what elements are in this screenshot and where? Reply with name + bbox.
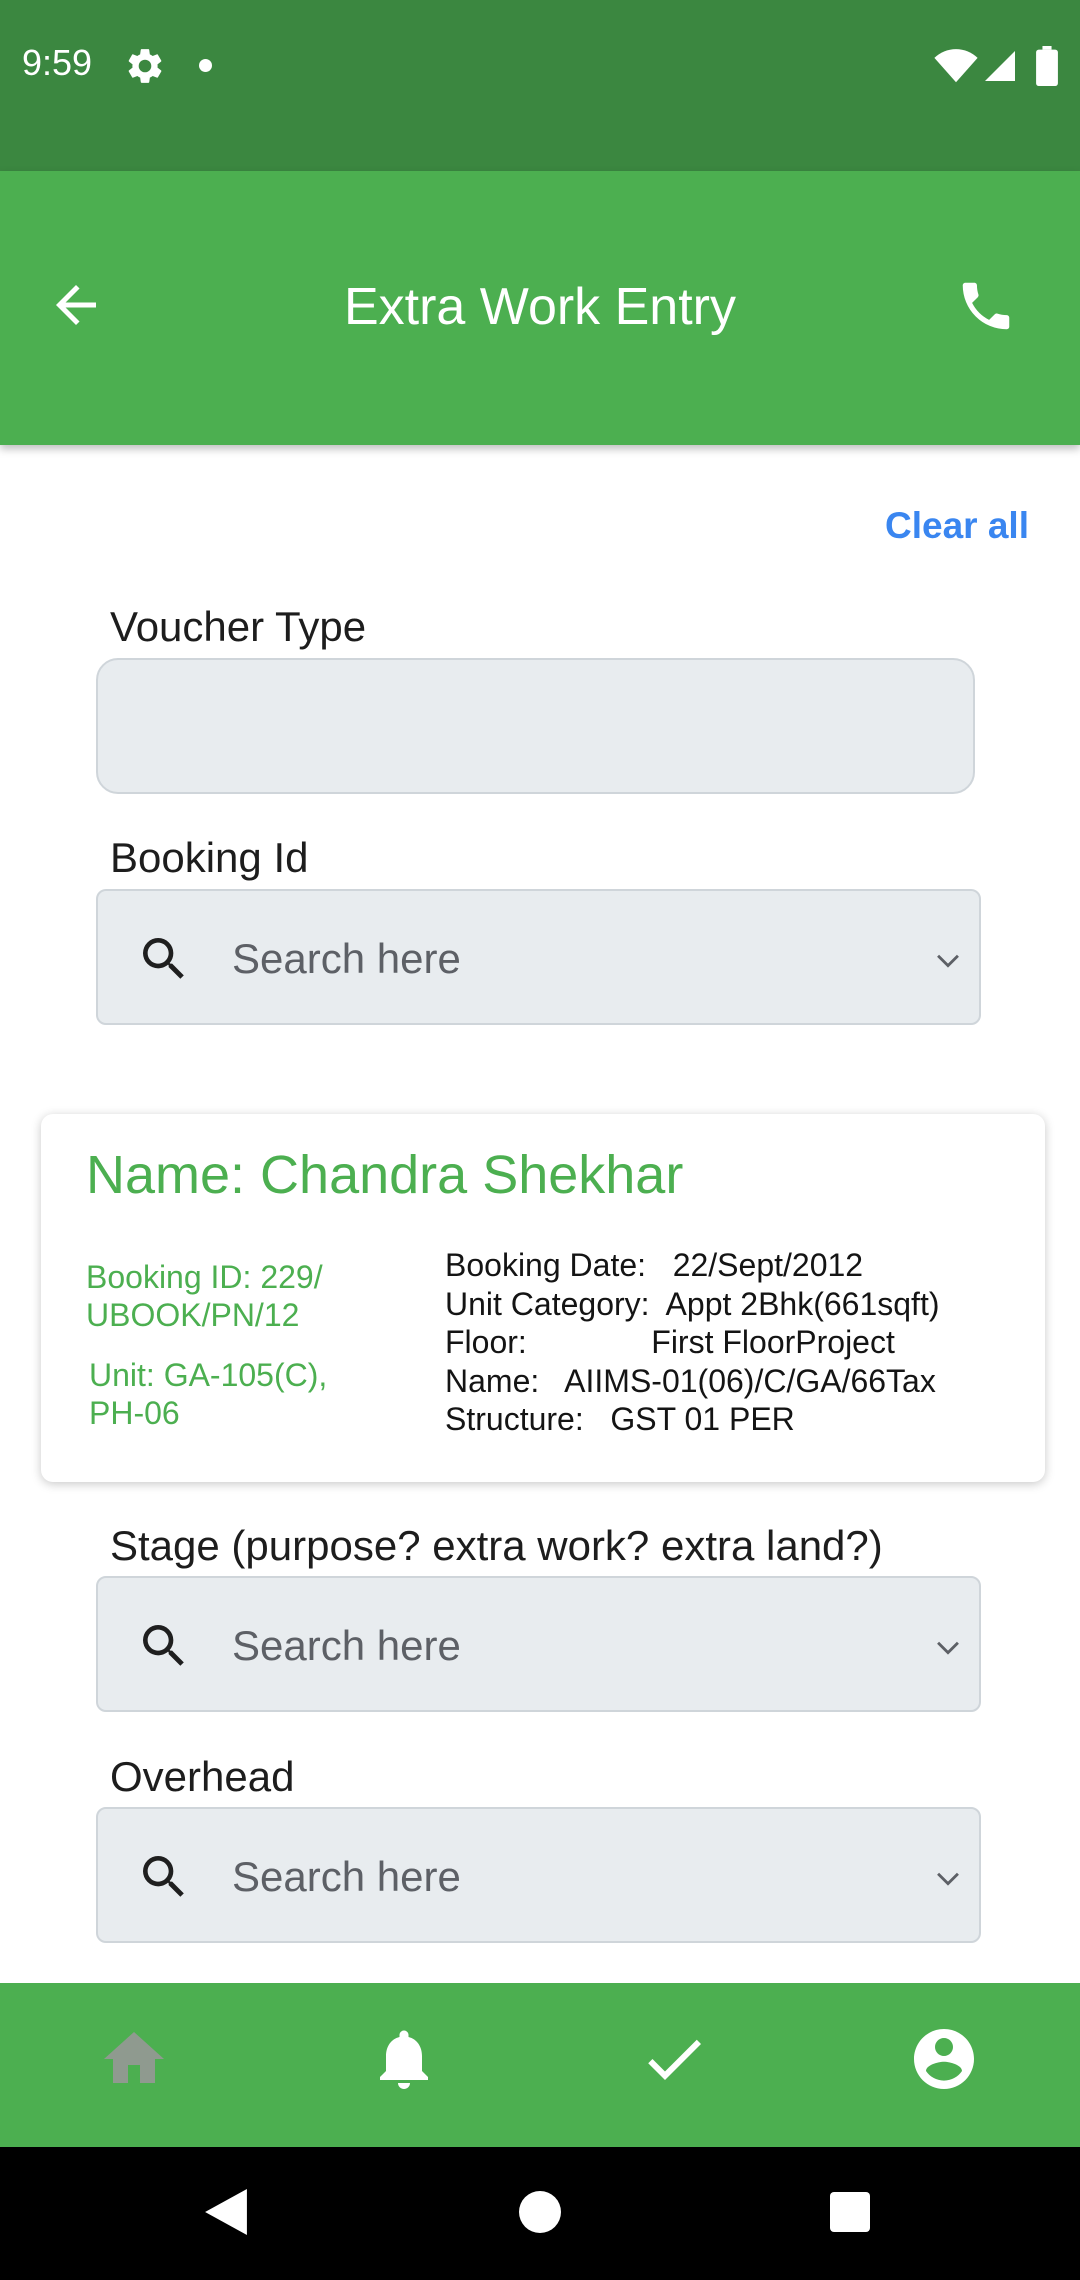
app-bar: Extra Work Entry	[0, 171, 1080, 445]
booking-id-line2: UBOOK/PN/12	[86, 1297, 300, 1333]
booking-details-list: Booking Date: 22/Sept/2012 Unit Category…	[445, 1246, 939, 1439]
system-navigation-bar	[0, 2147, 1080, 2280]
unit-line2: PH-06	[89, 1395, 180, 1431]
battery-icon	[1036, 46, 1058, 86]
notification-dot-icon	[199, 59, 212, 72]
structure-row: Structure: GST 01 PER	[445, 1401, 795, 1437]
unit-info: Unit: GA-105(C), PH-06	[89, 1356, 327, 1432]
stage-placeholder: Search here	[232, 1622, 461, 1669]
overhead-placeholder: Search here	[232, 1853, 461, 1900]
system-home-icon[interactable]	[519, 2191, 561, 2233]
chevron-down-icon	[937, 1872, 959, 1886]
booking-details-card: Name: Chandra Shekhar Booking ID: 229/ U…	[41, 1114, 1045, 1482]
booking-id-info: Booking ID: 229/ UBOOK/PN/12	[86, 1258, 323, 1334]
bell-icon[interactable]	[368, 2023, 440, 2095]
clear-all-button[interactable]: Clear all	[885, 505, 1029, 547]
phone-icon[interactable]	[955, 275, 1017, 337]
booking-id-label: Booking Id	[110, 834, 309, 881]
status-bar: 9:59	[0, 0, 1080, 171]
status-time: 9:59	[22, 42, 93, 83]
signal-icon	[985, 51, 1015, 81]
booking-id-placeholder: Search here	[232, 935, 461, 982]
overhead-dropdown[interactable]: Search here	[96, 1807, 981, 1943]
customer-name: Name: Chandra Shekhar	[86, 1145, 684, 1205]
voucher-type-label: Voucher Type	[110, 603, 367, 650]
bottom-navigation	[0, 1983, 1080, 2147]
settings-icon	[128, 49, 162, 83]
search-icon	[143, 1625, 184, 1666]
wifi-icon	[934, 49, 978, 83]
booking-id-dropdown[interactable]: Search here	[96, 889, 981, 1025]
overhead-label: Overhead	[110, 1753, 295, 1800]
booking-date-row: Booking Date: 22/Sept/2012	[445, 1247, 864, 1283]
page-title: Extra Work Entry	[343, 278, 736, 336]
chevron-down-icon	[937, 1641, 959, 1655]
unit-line1: Unit: GA-105(C),	[89, 1357, 328, 1393]
account-icon[interactable]	[908, 2023, 980, 2095]
chevron-down-icon	[937, 954, 959, 968]
floor-project-row: Floor: First FloorProject	[445, 1324, 895, 1360]
stage-label: Stage (purpose? extra work? extra land?)	[110, 1522, 883, 1569]
system-back-icon[interactable]	[205, 2189, 247, 2235]
unit-category-row: Unit Category: Appt 2Bhk(661sqft)	[445, 1285, 940, 1322]
search-icon	[143, 938, 184, 979]
booking-id-line1: Booking ID: 229/	[86, 1259, 323, 1295]
system-recents-icon[interactable]	[830, 2192, 870, 2232]
home-icon[interactable]	[98, 2023, 170, 2095]
search-icon	[143, 1856, 184, 1897]
stage-dropdown[interactable]: Search here	[96, 1576, 981, 1712]
voucher-type-field[interactable]	[96, 658, 975, 794]
name-tax-row: Name: AIIMS-01(06)/C/GA/66Tax	[445, 1362, 936, 1399]
check-icon[interactable]	[638, 2023, 710, 2095]
